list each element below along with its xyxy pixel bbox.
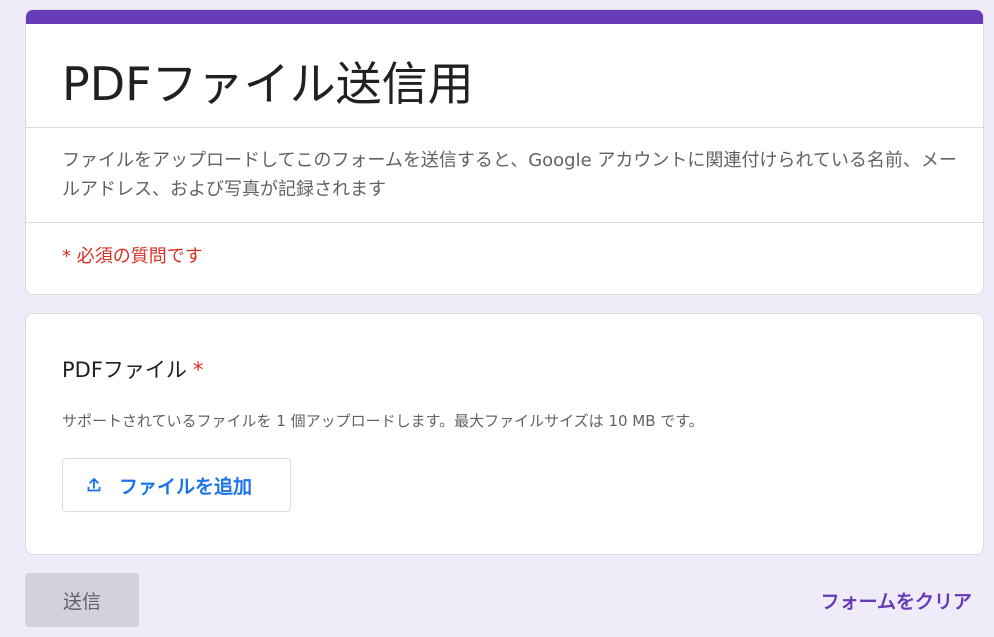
clear-form-link[interactable]: フォームをクリア <box>821 587 972 614</box>
submit-button[interactable]: 送信 <box>25 573 139 627</box>
required-note: * 必須の質問です <box>62 246 203 267</box>
required-asterisk: * <box>192 358 204 382</box>
header-divider <box>26 127 983 128</box>
form-description: ファイルをアップロードしてこのフォームを送信すると、Google アカウントに関… <box>62 150 957 200</box>
header-accent-band <box>26 10 983 24</box>
question-help-text: サポートされているファイルを 1 個アップロードします。最大ファイルサイズは 1… <box>62 412 704 430</box>
description-divider <box>26 222 983 223</box>
question-card-pdf-file: PDFファイル * サポートされているファイルを 1 個アップロードします。最大フ… <box>25 313 984 555</box>
add-file-button[interactable]: ファイルを追加 <box>62 458 291 512</box>
form-header-card: PDFファイル送信用 ファイルをアップロードしてこのフォームを送信すると、Goo… <box>25 9 984 295</box>
form-title: PDFファイル送信用 <box>62 57 474 111</box>
question-title-text: PDFファイル <box>62 358 187 382</box>
add-file-label: ファイルを追加 <box>119 475 253 498</box>
question-title: PDFファイル * <box>62 354 203 384</box>
upload-icon <box>87 477 101 492</box>
